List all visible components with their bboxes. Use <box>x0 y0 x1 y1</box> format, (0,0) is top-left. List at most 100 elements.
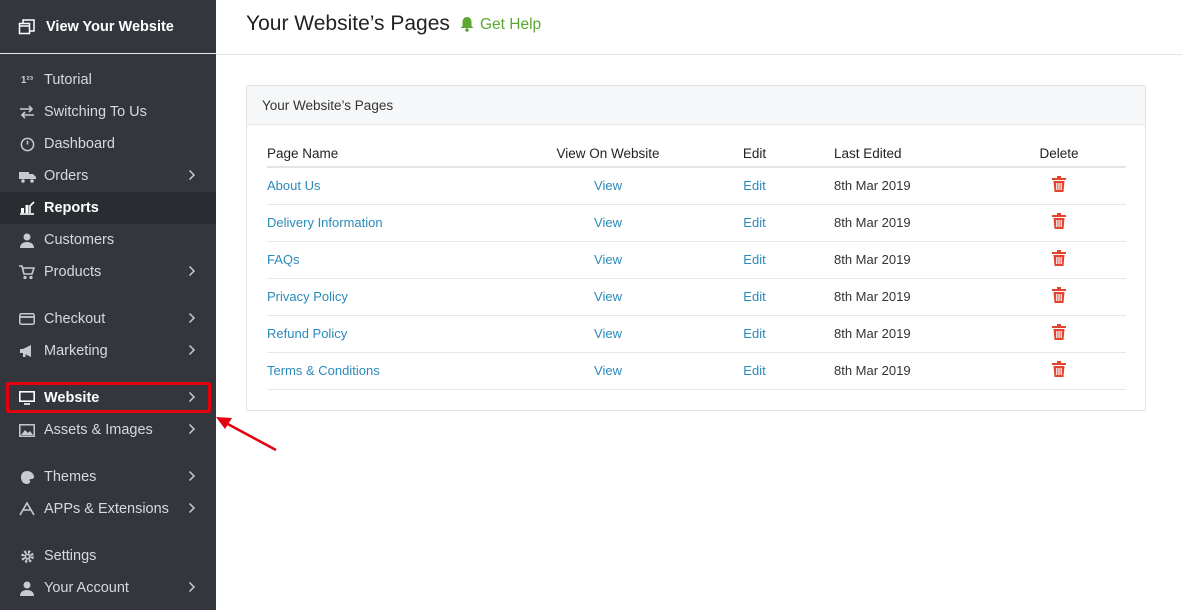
view-link[interactable]: View <box>594 363 622 378</box>
page-name-link[interactable]: FAQs <box>267 252 300 267</box>
page-name-link[interactable]: Terms & Conditions <box>267 363 380 378</box>
table-header-row: Page Name View On Website Edit Last Edit… <box>267 140 1126 168</box>
nav-products[interactable]: Products <box>0 256 216 288</box>
col-delete: Delete <box>992 140 1126 168</box>
page-name-link[interactable]: Privacy Policy <box>267 289 348 304</box>
get-help-link[interactable]: Get Help <box>460 16 541 34</box>
nav-marketing-label: Marketing <box>44 343 108 359</box>
nav-orders-label: Orders <box>44 168 89 184</box>
nav-switching[interactable]: Switching To Us <box>0 96 216 128</box>
megaphone-icon <box>18 342 36 360</box>
col-view: View On Website <box>533 140 683 168</box>
cart-icon <box>18 263 36 281</box>
nav-tutorial[interactable]: 1²³ Tutorial <box>0 64 216 96</box>
chevron-right-icon <box>188 265 200 279</box>
table-row: Delivery Information View Edit 8th Mar 2… <box>267 204 1126 242</box>
card-icon <box>18 310 36 328</box>
last-edited-date: 8th Mar 2019 <box>826 167 992 205</box>
chevron-right-icon <box>188 344 200 358</box>
view-link[interactable]: View <box>594 178 622 193</box>
page-header: Your Website’s Pages Get Help <box>216 0 1182 55</box>
chevron-right-icon <box>188 470 200 484</box>
page-title: Your Website’s Pages <box>246 12 450 35</box>
truck-icon <box>18 167 36 185</box>
nav-tutorial-label: Tutorial <box>44 72 92 88</box>
annotation-arrow <box>216 417 277 452</box>
last-edited-date: 8th Mar 2019 <box>826 352 992 390</box>
chart-icon <box>18 199 36 217</box>
nav-customers[interactable]: Customers <box>0 224 216 256</box>
view-link[interactable]: View <box>594 252 622 267</box>
nav-assets-images[interactable]: Assets & Images <box>0 414 216 446</box>
col-page-name: Page Name <box>267 140 533 168</box>
nav-marketing[interactable]: Marketing <box>0 335 216 367</box>
paint-icon <box>18 468 36 486</box>
pages-table: Page Name View On Website Edit Last Edit… <box>267 140 1126 390</box>
chevron-right-icon <box>188 312 200 326</box>
nav-orders[interactable]: Orders <box>0 160 216 192</box>
trash-icon[interactable] <box>1052 213 1066 229</box>
nav-account-label: Your Account <box>44 580 129 596</box>
nav-themes[interactable]: Themes <box>0 461 216 493</box>
edit-link[interactable]: Edit <box>743 289 765 304</box>
edit-link[interactable]: Edit <box>743 326 765 341</box>
view-link[interactable]: View <box>594 215 622 230</box>
page-name-link[interactable]: Refund Policy <box>267 326 347 341</box>
table-row: Privacy Policy View Edit 8th Mar 2019 <box>267 278 1126 316</box>
edit-link[interactable]: Edit <box>743 178 765 193</box>
trash-icon[interactable] <box>1052 324 1066 340</box>
nav-your-account[interactable]: Your Account <box>0 572 216 604</box>
image-icon <box>18 421 36 439</box>
nav-customers-label: Customers <box>44 232 115 248</box>
last-edited-date: 8th Mar 2019 <box>826 315 992 353</box>
apps-icon <box>18 500 36 518</box>
pages-panel: Your Website’s Pages Page Name View On W… <box>246 85 1146 411</box>
edit-link[interactable]: Edit <box>743 252 765 267</box>
table-row: About Us View Edit 8th Mar 2019 <box>267 167 1126 205</box>
external-window-icon <box>18 17 38 37</box>
chevron-right-icon <box>188 391 200 405</box>
numbers-icon: 1²³ <box>20 74 34 86</box>
get-help-label: Get Help <box>480 16 542 33</box>
nav-products-label: Products <box>44 264 102 280</box>
nav-reports[interactable]: Reports <box>0 192 216 224</box>
last-edited-date: 8th Mar 2019 <box>826 204 992 242</box>
view-link[interactable]: View <box>594 326 622 341</box>
view-website-label: View Your Website <box>46 18 174 35</box>
edit-link[interactable]: Edit <box>743 363 765 378</box>
nav-settings-label: Settings <box>44 548 97 564</box>
last-edited-date: 8th Mar 2019 <box>826 241 992 279</box>
page-name-link[interactable]: About Us <box>267 178 320 193</box>
nav-apps-label: APPs & Extensions <box>44 501 169 517</box>
page-name-link[interactable]: Delivery Information <box>267 215 383 230</box>
view-link[interactable]: View <box>594 289 622 304</box>
edit-link[interactable]: Edit <box>743 215 765 230</box>
nav-dashboard[interactable]: Dashboard <box>0 128 216 160</box>
nav-reports-label: Reports <box>44 200 99 216</box>
switch-arrows-icon <box>18 103 36 121</box>
nav-dashboard-label: Dashboard <box>44 136 115 152</box>
nav-website[interactable]: Website <box>0 382 216 414</box>
panel-title: Your Website’s Pages <box>247 86 1145 125</box>
view-website-link[interactable]: View Your Website <box>0 0 216 54</box>
bell-icon <box>460 16 476 34</box>
nav-checkout-label: Checkout <box>44 311 106 327</box>
sidebar: View Your Website 1²³ Tutorial Switching… <box>0 0 216 610</box>
chevron-right-icon <box>188 169 200 183</box>
nav-checkout[interactable]: Checkout <box>0 303 216 335</box>
table-row: Refund Policy View Edit 8th Mar 2019 <box>267 315 1126 353</box>
monitor-icon <box>18 389 36 407</box>
nav-settings[interactable]: Settings <box>0 540 216 572</box>
trash-icon[interactable] <box>1052 361 1066 377</box>
nav-apps-extensions[interactable]: APPs & Extensions <box>0 493 216 525</box>
trash-icon[interactable] <box>1052 250 1066 266</box>
nav-themes-label: Themes <box>44 469 97 485</box>
user-icon <box>18 231 36 249</box>
trash-icon[interactable] <box>1052 176 1066 193</box>
nav-switching-label: Switching To Us <box>44 104 147 120</box>
table-row: Terms & Conditions View Edit 8th Mar 201… <box>267 352 1126 390</box>
chevron-right-icon <box>188 502 200 516</box>
gear-icon <box>18 547 36 565</box>
trash-icon[interactable] <box>1052 287 1066 303</box>
chevron-right-icon <box>188 423 200 437</box>
